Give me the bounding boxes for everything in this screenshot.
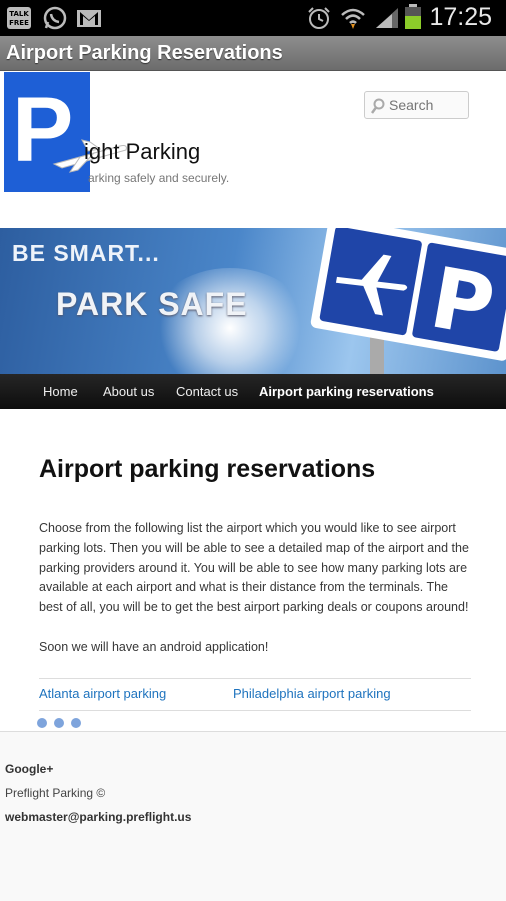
status-bar: TALK FREE 17:25 [0, 0, 506, 36]
gmail-icon [76, 6, 102, 30]
signal-icon [374, 6, 400, 30]
app-title: Airport Parking Reservations [6, 42, 283, 64]
alarm-icon [306, 6, 332, 30]
nav-item-about-us[interactable]: About us [103, 384, 154, 399]
svg-text:TALK: TALK [9, 10, 29, 18]
copyright-text: Preflight Parking © [5, 786, 106, 800]
divider [39, 710, 471, 711]
battery-icon [402, 4, 424, 30]
clock: 17:25 [429, 3, 492, 31]
nav-item-home[interactable]: Home [43, 384, 78, 399]
loading-dot [54, 718, 64, 728]
site-tagline: arking safely and securely. [88, 171, 230, 185]
loading-indicator [37, 718, 87, 730]
banner-headline: BE SMART... [12, 240, 160, 266]
header-banner: BE SMART... PARK SAFE P [0, 228, 506, 374]
svg-text:FREE: FREE [9, 19, 29, 27]
loading-dot [71, 718, 81, 728]
divider [39, 678, 471, 679]
loading-dot [37, 718, 47, 728]
main-nav: Home About us Contact us Airport parking… [0, 374, 506, 409]
app-title-bar: Airport Parking Reservations [0, 36, 506, 71]
link-atlanta-airport-parking[interactable]: Atlanta airport parking [39, 686, 166, 701]
intro-paragraph: Choose from the following list the airpo… [39, 521, 469, 615]
search-input[interactable] [389, 96, 465, 114]
google-plus-link[interactable]: Google+ [5, 762, 53, 776]
link-philadelphia-airport-parking[interactable]: Philadelphia airport parking [233, 686, 391, 701]
android-note: Soon we will have an android application… [39, 640, 269, 654]
search-icon [371, 98, 385, 114]
page-title: Airport parking reservations [39, 455, 376, 483]
nav-item-airport-parking-reservations[interactable]: Airport parking reservations [259, 384, 434, 399]
wifi-icon [340, 6, 366, 30]
site-title[interactable]: ight Parking [84, 139, 200, 165]
nav-item-contact-us[interactable]: Contact us [176, 384, 238, 399]
search-box[interactable] [364, 91, 469, 119]
banner-subheadline: PARK SAFE [56, 286, 248, 322]
footer: Google+ Preflight Parking © webmaster@pa… [0, 731, 506, 901]
talk-icon: TALK FREE [6, 6, 32, 30]
parking-sign-icon: P [310, 228, 506, 374]
whatsapp-icon [42, 6, 68, 30]
webmaster-email-link[interactable]: webmaster@parking.preflight.us [5, 810, 191, 824]
webview[interactable]: P ight Parking arking safely and securel… [0, 71, 506, 901]
